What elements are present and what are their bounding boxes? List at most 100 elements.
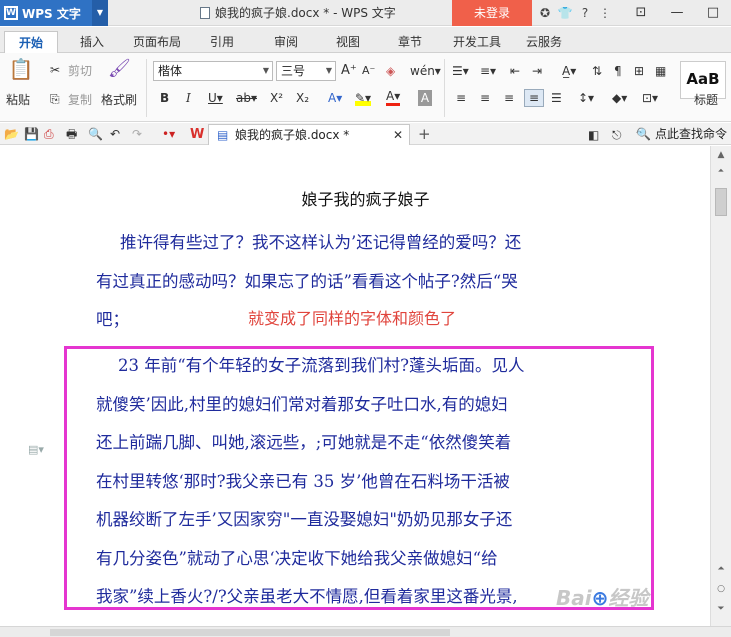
paragraph-marker-icon[interactable]: ▤▾ xyxy=(28,443,44,456)
font-color-icon[interactable]: A▾ xyxy=(386,90,401,106)
scroll-up-icon[interactable]: ▲ xyxy=(711,150,731,160)
skin-icon[interactable]: 👕 xyxy=(555,6,575,20)
open-folder-icon[interactable]: 📂 xyxy=(4,126,19,142)
tab-insert[interactable]: 插入 xyxy=(70,31,114,53)
tab-chapter[interactable]: 章节 xyxy=(388,31,432,53)
paragraph-shading-icon[interactable]: ◆▾ xyxy=(612,90,627,106)
text-direction-icon[interactable]: A̲▾ xyxy=(562,63,576,79)
tab-cloud[interactable]: 云服务 xyxy=(516,31,572,53)
highlight-box xyxy=(64,346,654,610)
scroll-top-icon[interactable]: ⏶ xyxy=(711,166,731,176)
strikethrough-icon[interactable]: ab▾ xyxy=(236,90,257,106)
redo-icon[interactable]: ↷ xyxy=(132,126,142,142)
maximize-button[interactable]: □ xyxy=(695,0,731,26)
wps-logo-icon: W xyxy=(4,6,18,20)
print-preview-icon[interactable]: 🔍 xyxy=(88,126,103,142)
decrease-indent-icon[interactable]: ⇤ xyxy=(510,63,520,79)
tab-view[interactable]: 视图 xyxy=(326,31,370,53)
font-size-value: 三号 xyxy=(281,64,306,78)
login-button[interactable]: 未登录 xyxy=(452,0,532,26)
copy-icon[interactable]: ⎘ xyxy=(50,91,60,107)
bullet-list-icon[interactable]: ☰▾ xyxy=(452,63,469,79)
subscript-icon[interactable]: X₂ xyxy=(296,90,309,106)
next-page-icon[interactable]: ⏷ xyxy=(711,604,731,614)
numbered-list-icon[interactable]: ≡▾ xyxy=(480,63,496,79)
export-pdf-icon[interactable]: ⎙ xyxy=(44,126,54,142)
copy-button[interactable]: 复制 xyxy=(68,91,92,108)
command-search[interactable]: 🔍 点此查找命令 xyxy=(636,124,727,144)
paste-button[interactable]: 粘贴 xyxy=(6,91,30,108)
paste-icon[interactable]: 📋 xyxy=(8,59,34,85)
align-right-icon[interactable]: ≡ xyxy=(504,90,514,106)
horizontal-scroll-thumb[interactable] xyxy=(50,629,450,636)
tab-home[interactable]: 开始 xyxy=(4,31,58,54)
increase-indent-icon[interactable]: ⇥ xyxy=(532,63,542,79)
restore-layout-icon[interactable]: ⊡ xyxy=(623,0,659,26)
horizontal-scrollbar[interactable] xyxy=(0,626,731,637)
font-size-select[interactable]: 三号 ▼ xyxy=(276,61,336,81)
customize-icon[interactable]: •▾ xyxy=(162,126,175,142)
tab-references[interactable]: 引用 xyxy=(200,31,244,53)
char-shading-icon[interactable]: A xyxy=(418,90,432,106)
sort-icon[interactable]: ⇅ xyxy=(592,63,602,79)
window-title-text: 娘我的疯子娘.docx * - WPS 文字 xyxy=(215,6,396,20)
command-search-label: 点此查找命令 xyxy=(654,127,727,141)
p1-line-2: 有过真正的感动吗？如果忘了的话”看看这个帖子?然后“哭 xyxy=(96,271,518,291)
document-tab[interactable]: ▤ 娘我的疯子娘.docx * ✕ xyxy=(208,124,410,145)
table-grid-icon[interactable]: ⊞ xyxy=(634,63,644,79)
close-tab-icon[interactable]: ✕ xyxy=(393,127,403,143)
feedback-icon[interactable]: ✪ xyxy=(535,6,555,20)
line-spacing-icon[interactable]: ↕▾ xyxy=(578,90,594,106)
align-center-icon[interactable]: ≡ xyxy=(480,90,490,106)
app-menu-button[interactable]: W WPS 文字 ▼ xyxy=(0,0,108,26)
grow-font-icon[interactable]: A⁺ xyxy=(341,63,357,79)
cut-button[interactable]: 剪切 xyxy=(68,62,92,79)
document-icon xyxy=(200,7,210,19)
align-left-icon[interactable]: ≡ xyxy=(456,90,466,106)
shrink-font-icon[interactable]: A⁻ xyxy=(362,63,375,79)
tab-page-layout[interactable]: 页面布局 xyxy=(126,31,188,53)
cut-icon[interactable]: ✂ xyxy=(50,62,60,78)
distributed-align-icon[interactable]: ☰ xyxy=(551,90,562,106)
format-painter-button[interactable]: 格式刷 xyxy=(101,91,137,108)
search-icon: 🔍 xyxy=(636,127,652,141)
wps-tab-logo-icon: W xyxy=(190,127,205,142)
show-marks-icon[interactable]: ¶ xyxy=(614,63,622,79)
underline-icon[interactable]: U▾ xyxy=(208,90,223,106)
undo-icon[interactable]: ↶ xyxy=(110,126,120,142)
chevron-down-icon[interactable]: ▼ xyxy=(92,0,108,26)
clear-format-icon[interactable]: ◈ xyxy=(386,63,395,79)
help-icon[interactable]: ? xyxy=(575,6,595,20)
grid-icon[interactable]: ▦ xyxy=(655,63,666,79)
phonetic-guide-icon[interactable]: wén▾ xyxy=(410,63,441,79)
minimize-button[interactable]: — xyxy=(659,0,695,26)
vertical-scroll-thumb[interactable] xyxy=(715,188,727,216)
vertical-scrollbar[interactable]: ▲ ⏶ ⏶ ○ ⏷ xyxy=(710,146,731,626)
new-tab-icon[interactable]: + xyxy=(418,126,431,142)
italic-icon[interactable]: I xyxy=(186,90,191,106)
nav-icon[interactable]: ◧ xyxy=(588,127,599,143)
p1-line-1: 推许得有些过了？我不这样认为’还记得曾经的爱吗？还 xyxy=(120,233,522,252)
font-name-select[interactable]: 楷体 ▼ xyxy=(153,61,273,81)
align-justify-icon[interactable]: ≡ xyxy=(524,89,544,107)
tab-review[interactable]: 审阅 xyxy=(264,31,308,53)
settings-menu-icon[interactable]: ⋮ xyxy=(595,6,615,20)
format-painter-icon[interactable]: 🖌 xyxy=(108,60,131,78)
app-name: WPS 文字 xyxy=(22,6,81,21)
ribbon-toolbar: 📋 粘贴 ✂ 剪切 ⎘ 复制 🖌 格式刷 楷体 ▼ 三号 ▼ A⁺ A⁻ ◈ wén… xyxy=(0,53,731,122)
ribbon-tabs: 开始 插入 页面布局 引用 审阅 视图 章节 开发工具 云服务 xyxy=(0,27,731,54)
select-browse-icon[interactable]: ○ xyxy=(711,584,731,594)
borders-icon[interactable]: ⊡▾ xyxy=(642,90,658,106)
text-effect-icon[interactable]: A▾ xyxy=(328,90,342,106)
superscript-icon[interactable]: X² xyxy=(270,90,283,106)
print-icon[interactable]: 🖶 xyxy=(66,126,77,142)
share-icon[interactable]: ⎋ xyxy=(612,127,622,143)
style-label: 标题 xyxy=(694,93,719,107)
highlight-icon[interactable]: ✎▾ xyxy=(355,90,372,106)
watermark-logo: Bai⊕经验 xyxy=(556,586,649,610)
bold-icon[interactable]: B xyxy=(160,90,169,106)
tab-developer[interactable]: 开发工具 xyxy=(446,31,508,53)
window-title: 娘我的疯子娘.docx * - WPS 文字 xyxy=(200,0,396,26)
prev-page-icon[interactable]: ⏶ xyxy=(711,564,731,574)
save-icon[interactable]: 💾 xyxy=(24,126,39,142)
